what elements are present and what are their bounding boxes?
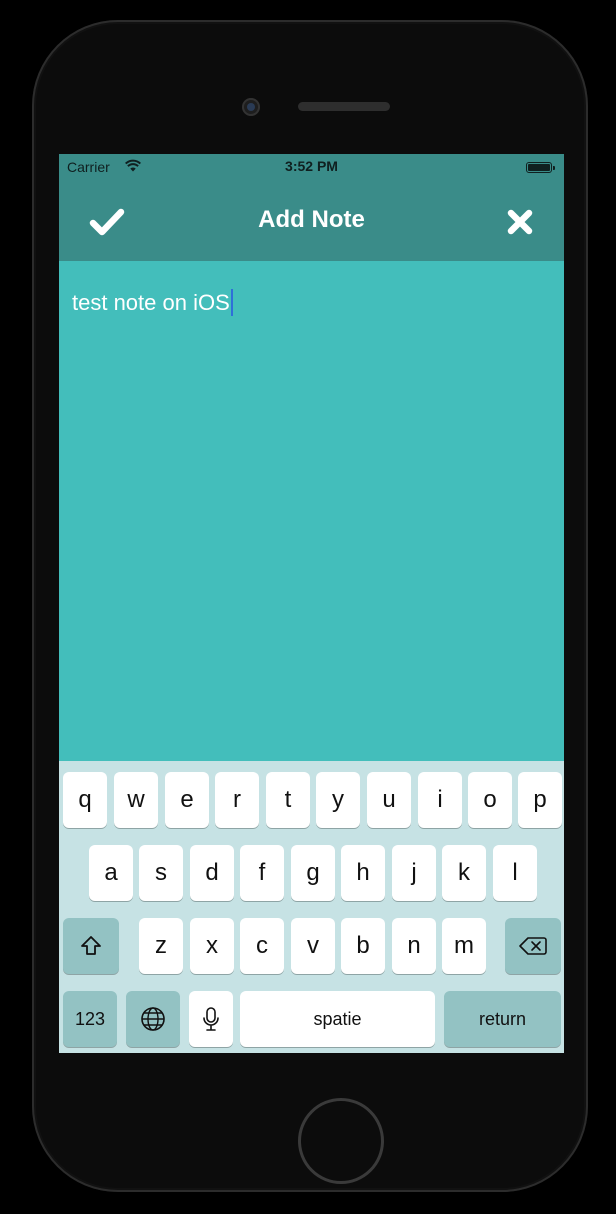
key-l[interactable]: l bbox=[493, 845, 537, 901]
battery-icon bbox=[526, 162, 555, 173]
key-s[interactable]: s bbox=[139, 845, 183, 901]
home-button[interactable] bbox=[298, 1098, 384, 1184]
key-p[interactable]: p bbox=[518, 772, 562, 828]
key-n[interactable]: n bbox=[392, 918, 436, 974]
key-w[interactable]: w bbox=[114, 772, 158, 828]
return-key[interactable]: return bbox=[444, 991, 561, 1047]
note-text: test note on iOS bbox=[72, 290, 230, 315]
numbers-key[interactable]: 123 bbox=[63, 991, 117, 1047]
key-u[interactable]: u bbox=[367, 772, 411, 828]
key-q[interactable]: q bbox=[63, 772, 107, 828]
key-d[interactable]: d bbox=[190, 845, 234, 901]
shift-icon bbox=[81, 936, 101, 955]
key-g[interactable]: g bbox=[291, 845, 335, 901]
key-y[interactable]: y bbox=[316, 772, 360, 828]
space-key[interactable]: spatie bbox=[240, 991, 435, 1047]
camera-icon bbox=[242, 98, 260, 116]
key-x[interactable]: x bbox=[190, 918, 234, 974]
key-r[interactable]: r bbox=[215, 772, 259, 828]
key-k[interactable]: k bbox=[442, 845, 486, 901]
key-e[interactable]: e bbox=[165, 772, 209, 828]
app-navbar: Add Note bbox=[59, 180, 564, 261]
status-time: 3:52 PM bbox=[285, 158, 338, 174]
shift-key[interactable] bbox=[63, 918, 119, 974]
key-f[interactable]: f bbox=[240, 845, 284, 901]
key-z[interactable]: z bbox=[139, 918, 183, 974]
key-b[interactable]: b bbox=[341, 918, 385, 974]
key-j[interactable]: j bbox=[392, 845, 436, 901]
speaker-grille bbox=[298, 102, 390, 111]
globe-key[interactable] bbox=[126, 991, 180, 1047]
on-screen-keyboard: q w e r t y u i o p a s d f g h j k l z … bbox=[59, 761, 564, 1053]
page-title: Add Note bbox=[258, 206, 365, 233]
key-v[interactable]: v bbox=[291, 918, 335, 974]
microphone-icon bbox=[203, 1007, 219, 1031]
close-button[interactable] bbox=[500, 202, 540, 242]
globe-icon bbox=[141, 1007, 165, 1031]
key-a[interactable]: a bbox=[89, 845, 133, 901]
delete-key[interactable] bbox=[505, 918, 561, 974]
status-bar: Carrier 3:52 PM bbox=[59, 154, 564, 180]
note-text-area[interactable]: test note on iOS bbox=[72, 289, 233, 316]
key-c[interactable]: c bbox=[240, 918, 284, 974]
delete-backspace-icon bbox=[519, 937, 547, 955]
app-screen: Carrier 3:52 PM Add Note test note on iO… bbox=[59, 154, 564, 1053]
key-i[interactable]: i bbox=[418, 772, 462, 828]
dictation-key[interactable] bbox=[189, 991, 233, 1047]
close-x-icon bbox=[507, 209, 533, 235]
text-caret bbox=[230, 289, 233, 316]
key-o[interactable]: o bbox=[468, 772, 512, 828]
key-m[interactable]: m bbox=[442, 918, 486, 974]
key-t[interactable]: t bbox=[266, 772, 310, 828]
key-h[interactable]: h bbox=[341, 845, 385, 901]
